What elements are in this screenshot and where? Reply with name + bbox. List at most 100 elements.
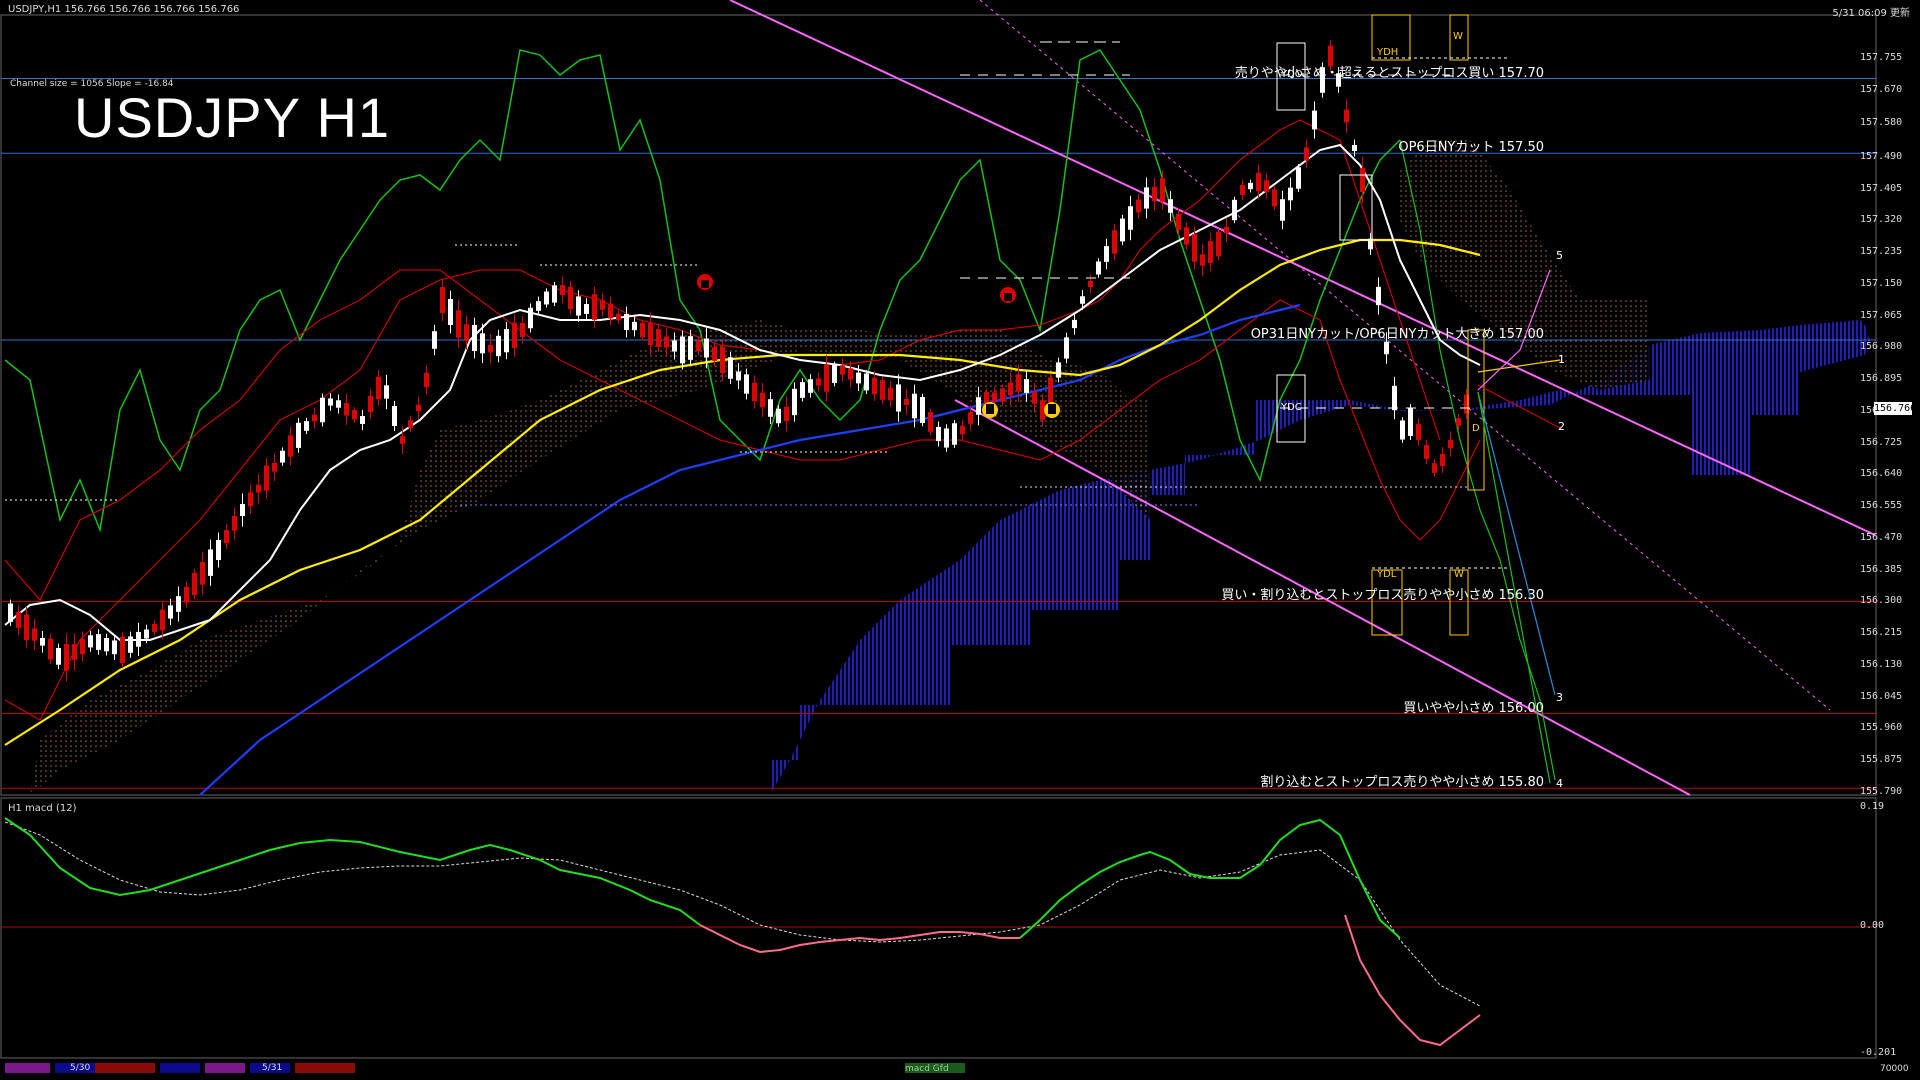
candle-body xyxy=(1280,199,1285,221)
candle-body xyxy=(592,294,597,320)
price-tick: 155.960 xyxy=(1860,722,1903,734)
candle-body xyxy=(472,324,477,352)
candle-body xyxy=(728,357,733,379)
candle-body xyxy=(32,628,37,641)
candle-body xyxy=(272,462,277,472)
candle-body xyxy=(400,436,405,444)
candle-body xyxy=(160,609,165,631)
candle-body xyxy=(1072,319,1077,329)
candle-body xyxy=(704,338,709,358)
candle-body xyxy=(1064,337,1069,359)
candle-body xyxy=(240,504,245,516)
candle-body xyxy=(688,336,693,360)
candle-body xyxy=(800,382,805,398)
candle-body xyxy=(1384,341,1389,355)
chart-canvas[interactable] xyxy=(0,0,1920,1080)
symbol-info: USDJPY,H1 156.766 156.766 156.766 156.76… xyxy=(8,4,240,15)
projection-label-5: 5 xyxy=(1556,249,1563,262)
price-tick: 156.130 xyxy=(1860,658,1903,670)
candle-body xyxy=(504,329,509,353)
candle-body xyxy=(1248,182,1253,190)
candle-body xyxy=(976,397,981,415)
candle-body xyxy=(936,426,941,442)
candle-body xyxy=(488,344,493,353)
candle-body xyxy=(720,346,725,374)
price-tick: 157.580 xyxy=(1860,117,1903,129)
candle-body xyxy=(352,409,357,420)
candle-body xyxy=(736,371,741,381)
candle-body xyxy=(912,393,917,419)
candle-body xyxy=(944,428,949,448)
candle-body xyxy=(616,313,621,321)
candle-body xyxy=(1424,445,1429,459)
candle-body xyxy=(1160,178,1165,202)
macd-panel-frame xyxy=(0,797,1877,1059)
candle-body xyxy=(1112,230,1117,254)
candle-body xyxy=(392,405,397,427)
candle-body xyxy=(1144,187,1149,209)
candle-body xyxy=(552,285,557,303)
candle-body xyxy=(232,516,237,531)
price-tick: 155.790 xyxy=(1860,786,1903,797)
datetime-label: 5/31 06:09 更新 xyxy=(1832,8,1910,19)
candle-body xyxy=(528,307,533,329)
macd-line-up xyxy=(4,817,701,926)
candle-body xyxy=(1408,408,1413,436)
projection-label-1: 1 xyxy=(1558,353,1565,366)
candle-body xyxy=(16,612,21,628)
candle-body xyxy=(544,291,549,305)
candle-body xyxy=(280,450,285,463)
price-tick: 157.490 xyxy=(1860,150,1903,162)
candle-body xyxy=(1264,180,1269,192)
candle-body xyxy=(1184,227,1189,245)
kumo-cloud-blue xyxy=(770,320,1870,795)
candle-body xyxy=(848,368,853,380)
candle-body xyxy=(1376,286,1381,306)
ma-fast-white xyxy=(4,143,1481,641)
candle-body xyxy=(64,644,69,671)
price-tick: 157.320 xyxy=(1860,214,1903,226)
level-label: 割り込むとストップロス売りやや小さめ 155.80 xyxy=(1260,775,1544,791)
candle-body xyxy=(1120,218,1125,242)
candle-body xyxy=(680,336,685,364)
candle-body xyxy=(712,347,717,361)
candle-body xyxy=(144,629,149,639)
candle-body xyxy=(664,336,669,348)
candle-body xyxy=(1392,385,1397,411)
price-tick: 156.640 xyxy=(1860,468,1903,480)
candle-body xyxy=(152,624,157,632)
candle-body xyxy=(648,322,653,346)
indicator-label: macd Gfd xyxy=(905,1064,949,1074)
kumo-cloud-orange-right xyxy=(1400,140,1650,390)
macd-title: H1 macd (12) xyxy=(8,803,77,814)
candle-body xyxy=(168,605,173,619)
date-label-530: 5/30 xyxy=(70,1063,91,1073)
candle-body xyxy=(1032,392,1037,404)
candle-body xyxy=(1096,261,1101,275)
candle-body xyxy=(1136,199,1141,213)
candle-body xyxy=(416,404,421,412)
candle-body xyxy=(368,395,373,413)
candle-body xyxy=(360,416,365,424)
candle-body xyxy=(584,304,589,314)
candle-body xyxy=(448,299,453,325)
projection-label-2: 2 xyxy=(1558,420,1565,433)
candle-body xyxy=(1080,296,1085,304)
level-label: OP6日NYカット 157.50 xyxy=(1398,140,1544,156)
candle-body xyxy=(1048,377,1053,403)
ydc-label: YDC xyxy=(1281,402,1302,413)
candle-body xyxy=(1176,214,1181,230)
candle-body xyxy=(216,539,221,561)
w-top-label: W xyxy=(1453,31,1463,42)
price-tick: 155.875 xyxy=(1860,754,1903,766)
candle-body xyxy=(120,636,125,664)
candle-body xyxy=(1016,374,1021,392)
candle-body xyxy=(1200,254,1205,266)
candle-body xyxy=(568,286,573,310)
candle-body xyxy=(1240,184,1245,196)
candle-body xyxy=(752,382,757,402)
candle-body xyxy=(480,333,485,354)
candle-body xyxy=(432,331,437,349)
candle-body xyxy=(1056,362,1061,378)
candle-body xyxy=(1400,420,1405,440)
